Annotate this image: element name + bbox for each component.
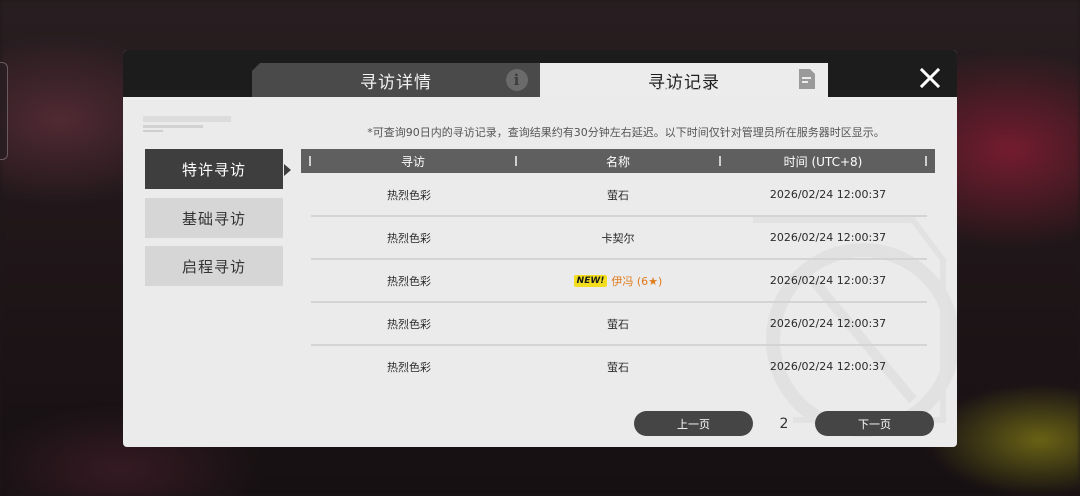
cell-banner: 热烈色彩: [387, 231, 431, 245]
cell-name: 萤石: [607, 360, 629, 374]
table-header: 寻访 名称 时间 (UTC+8): [301, 149, 935, 173]
sidebar-item-label: 基础寻访: [181, 209, 246, 228]
table-row: 热烈色彩 萤石 2026/02/24 12:00:37: [311, 303, 927, 346]
cell-name: 卡契尔: [601, 231, 635, 245]
tab-gacha-details-label: 寻访详情: [360, 72, 432, 93]
new-badge: NEW!: [573, 274, 608, 287]
sidebar-item-label: 特许寻访: [181, 160, 246, 179]
sidebar-item-special-recruit[interactable]: 特许寻访: [145, 149, 283, 189]
gacha-history-dialog: 寻访详情 i 寻访记录 •••••••• 特许寻访 基础寻访 启程寻访 *可查询…: [123, 50, 957, 447]
left-edge-handle: [0, 62, 8, 160]
close-button[interactable]: [916, 64, 944, 92]
cell-time: 2026/02/24 12:00:37: [769, 317, 887, 330]
close-icon: [920, 68, 940, 88]
watermark-logo: [143, 116, 233, 136]
tab-underline-dots: ••••••••: [658, 86, 711, 93]
cell-time: 2026/02/24 12:00:37: [769, 274, 887, 287]
table-row: 热烈色彩 卡契尔 2026/02/24 12:00:37: [311, 217, 927, 260]
active-indicator-arrow: [284, 164, 291, 176]
info-icon: i: [506, 69, 528, 91]
dialog-header: 寻访详情 i 寻访记录 ••••••••: [123, 50, 957, 97]
cell-banner: 热烈色彩: [387, 188, 431, 202]
cell-time: 2026/02/24 12:00:37: [769, 231, 887, 244]
table-row: 热烈色彩 萤石 2026/02/24 12:00:37: [311, 174, 927, 217]
header-separator: [925, 156, 927, 166]
column-header-banner: 寻访: [400, 154, 425, 169]
cell-name: 萤石: [607, 317, 629, 331]
cell-banner: 热烈色彩: [387, 274, 431, 288]
next-page-button[interactable]: 下一页: [815, 411, 934, 436]
sidebar-item-label: 启程寻访: [181, 257, 246, 276]
page-number: 2: [779, 415, 789, 432]
cell-time: 2026/02/24 12:00:37: [769, 188, 887, 201]
tab-gacha-details[interactable]: 寻访详情 i: [252, 63, 540, 97]
cell-time: 2026/02/24 12:00:37: [769, 360, 887, 373]
query-notice-text: *可查询90日内的寻访记录，查询结果约有30分钟左右延迟。以下时间仅针对管理员所…: [367, 126, 885, 139]
column-header-name: 名称: [605, 154, 630, 169]
document-icon: [799, 69, 815, 89]
table-row: 热烈色彩 萤石 2026/02/24 12:00:37: [311, 346, 927, 389]
sidebar-item-beginner-recruit[interactable]: 启程寻访: [145, 246, 283, 286]
table-row: 热烈色彩 NEW! 伊冯 (6★) 2026/02/24 12:00:37: [311, 260, 927, 303]
cell-banner: 热烈色彩: [387, 360, 431, 374]
cell-name: NEW! 伊冯 (6★): [507, 260, 729, 301]
column-header-time: 时间 (UTC+8): [783, 154, 863, 169]
cell-name: 萤石: [607, 188, 629, 202]
tab-gacha-records[interactable]: 寻访记录 ••••••••: [540, 63, 828, 97]
prev-page-button[interactable]: 上一页: [634, 411, 753, 436]
cell-banner: 热烈色彩: [387, 317, 431, 331]
cell-name-highlight: 伊冯 (6★): [611, 274, 663, 288]
sidebar-item-standard-recruit[interactable]: 基础寻访: [145, 198, 283, 238]
